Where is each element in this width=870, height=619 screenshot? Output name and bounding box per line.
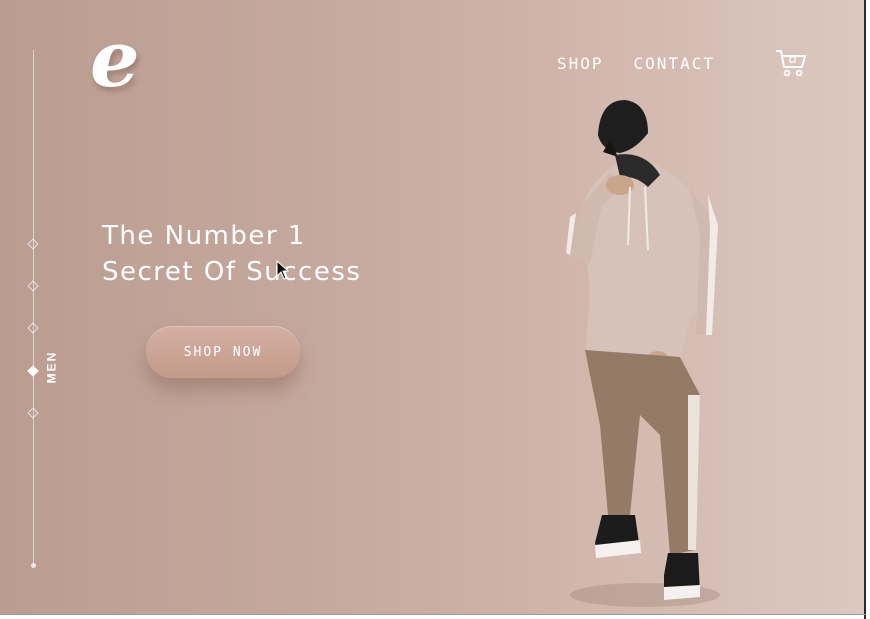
mouse-pointer-icon bbox=[276, 260, 290, 280]
nav-contact-link[interactable]: CONTACT bbox=[634, 54, 715, 73]
main-nav: SHOP CONTACT bbox=[557, 54, 715, 73]
category-rail bbox=[33, 50, 34, 566]
window-border-bottom bbox=[0, 614, 866, 615]
category-label: MEN bbox=[44, 350, 59, 384]
model-image bbox=[566, 100, 720, 607]
shop-now-button[interactable]: SHOP NOW bbox=[146, 326, 300, 378]
hero-headline: The Number 1 Secret Of Success bbox=[102, 218, 361, 290]
category-dot-active[interactable] bbox=[27, 365, 39, 377]
headline-line-2: Secret Of Success bbox=[102, 257, 362, 287]
category-dot[interactable] bbox=[27, 238, 39, 250]
brand-logo[interactable]: e bbox=[90, 20, 140, 100]
category-dot[interactable] bbox=[27, 280, 39, 292]
window-border bbox=[864, 0, 866, 619]
nav-shop-link[interactable]: SHOP bbox=[557, 54, 604, 73]
cart-icon[interactable] bbox=[774, 48, 808, 78]
rail-end-dot bbox=[31, 563, 36, 568]
hero-section: e SHOP CONTACT MEN The Number 1 Secret O… bbox=[0, 0, 864, 614]
category-dot[interactable] bbox=[27, 322, 39, 334]
category-dot[interactable] bbox=[27, 407, 39, 419]
headline-line-1: The Number 1 bbox=[102, 221, 306, 251]
